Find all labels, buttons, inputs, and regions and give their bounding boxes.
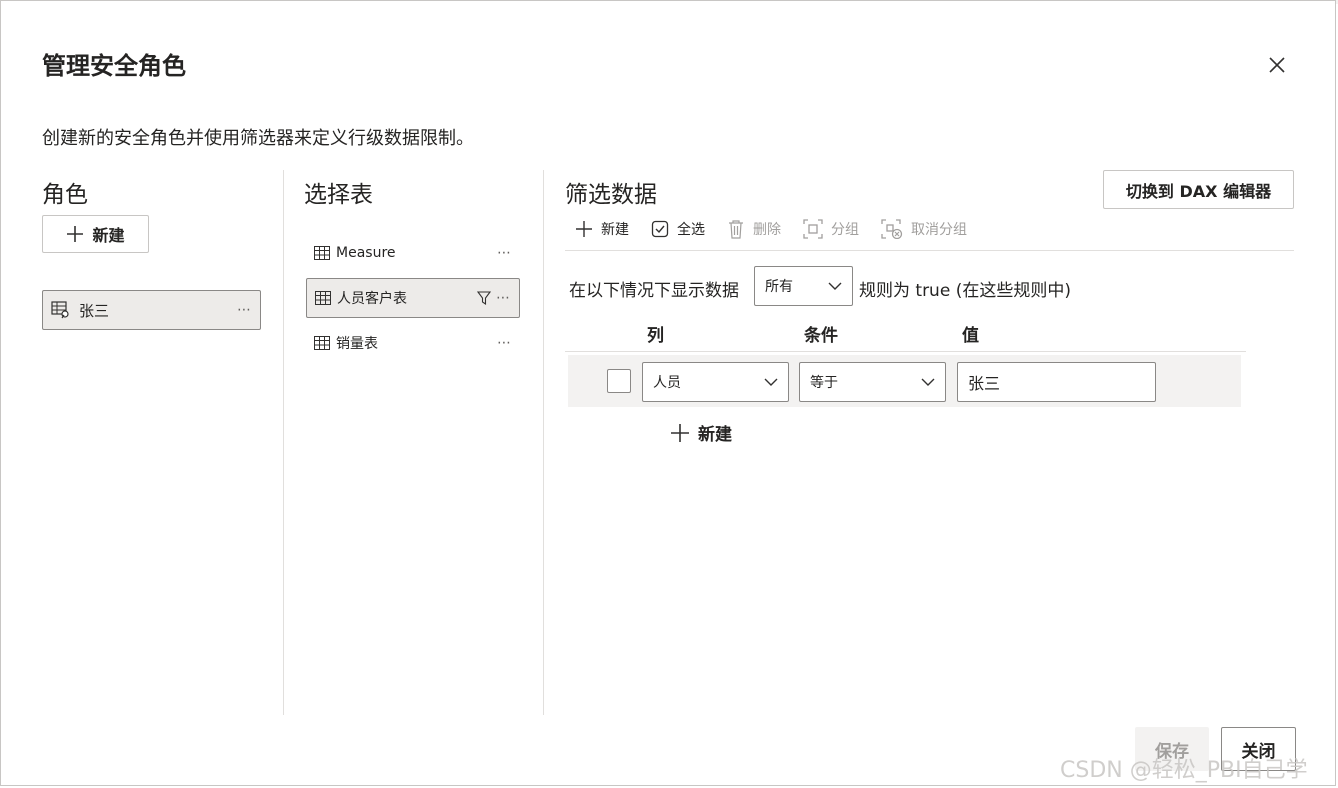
- role-item-zhangsan[interactable]: 张三 ⋯: [42, 290, 261, 330]
- group-icon: [803, 219, 823, 239]
- match-mode-dropdown[interactable]: 所有: [754, 266, 853, 306]
- roles-heading: 角色: [42, 182, 88, 208]
- rule-column-dropdown[interactable]: 人员: [642, 362, 789, 402]
- new-role-label: 新建: [92, 226, 125, 245]
- toolbar-new-button[interactable]: 新建: [575, 219, 629, 239]
- close-icon[interactable]: [1262, 50, 1292, 80]
- chevron-down-icon: [764, 378, 778, 386]
- toolbar-divider: [565, 250, 1294, 251]
- tables-heading: 选择表: [304, 182, 373, 208]
- ungroup-icon: [881, 219, 903, 239]
- column-header-condition: 条件: [804, 326, 838, 346]
- match-mode-value: 所有: [765, 279, 793, 295]
- plus-icon: [576, 221, 592, 237]
- table-item-sales[interactable]: 销量表 ⋯: [306, 323, 520, 363]
- rule-column-value: 人员: [653, 375, 681, 391]
- table-item-label: 销量表: [336, 336, 378, 352]
- rule-suffix-text: 规则为 true (在这些规则中): [859, 281, 1071, 301]
- toolbar-ungroup-label: 取消分组: [911, 222, 967, 238]
- header-divider: [565, 351, 1246, 352]
- toolbar-group-label: 分组: [831, 222, 859, 238]
- divider-roles: [283, 170, 284, 715]
- rule-condition-value: 等于: [810, 375, 838, 391]
- rule-prefix-text: 在以下情况下显示数据: [569, 281, 739, 301]
- rule-value-input[interactable]: [957, 362, 1156, 402]
- filter-icon: [477, 291, 491, 305]
- table-icon: [314, 246, 330, 260]
- table-icon: [315, 291, 331, 305]
- checkbox-checked-icon: [651, 220, 669, 238]
- table-more-icon[interactable]: ⋯: [496, 290, 511, 306]
- rule-checkbox[interactable]: [607, 369, 631, 393]
- table-more-icon[interactable]: ⋯: [497, 245, 512, 261]
- chevron-down-icon: [921, 378, 935, 386]
- dialog-title: 管理安全角色: [42, 52, 186, 80]
- role-more-icon[interactable]: ⋯: [237, 302, 252, 318]
- chevron-down-icon: [828, 282, 842, 290]
- table-item-people-customers[interactable]: 人员客户表 ⋯: [306, 278, 520, 318]
- watermark: CSDN @轻松_PBI自己学: [1060, 758, 1308, 783]
- toolbar-delete-label: 删除: [753, 222, 781, 238]
- table-item-label: Measure: [336, 245, 396, 261]
- toolbar-delete-button[interactable]: 删除: [727, 219, 781, 239]
- plus-icon: [671, 423, 689, 442]
- toolbar-select-all-label: 全选: [677, 222, 705, 238]
- toolbar-select-all-button[interactable]: 全选: [651, 219, 705, 239]
- plus-icon: [67, 226, 84, 242]
- column-header-value: 值: [962, 326, 979, 346]
- role-item-label: 张三: [79, 301, 110, 320]
- trash-icon: [729, 220, 743, 239]
- column-header-column: 列: [647, 326, 664, 346]
- toolbar-new-label: 新建: [601, 222, 629, 238]
- table-more-icon[interactable]: ⋯: [497, 335, 512, 351]
- divider-tables: [543, 170, 544, 715]
- toolbar-group-button[interactable]: 分组: [803, 219, 859, 239]
- table-item-label: 人员客户表: [337, 291, 407, 307]
- filter-toolbar: 新建 全选 删除 分组 取消分组: [575, 216, 989, 242]
- add-rule-label: 新建: [698, 425, 732, 445]
- role-table-icon: [51, 301, 69, 319]
- toolbar-ungroup-button[interactable]: 取消分组: [881, 219, 967, 239]
- rule-condition-dropdown[interactable]: 等于: [799, 362, 946, 402]
- filter-heading: 筛选数据: [565, 182, 657, 208]
- table-item-measure[interactable]: Measure ⋯: [306, 233, 520, 273]
- new-role-button[interactable]: 新建: [42, 215, 149, 253]
- dialog-subtitle: 创建新的安全角色并使用筛选器来定义行级数据限制。: [42, 128, 474, 149]
- table-icon: [314, 336, 330, 350]
- switch-to-dax-button[interactable]: 切换到 DAX 编辑器: [1103, 170, 1294, 209]
- add-rule-button[interactable]: 新建: [670, 420, 732, 445]
